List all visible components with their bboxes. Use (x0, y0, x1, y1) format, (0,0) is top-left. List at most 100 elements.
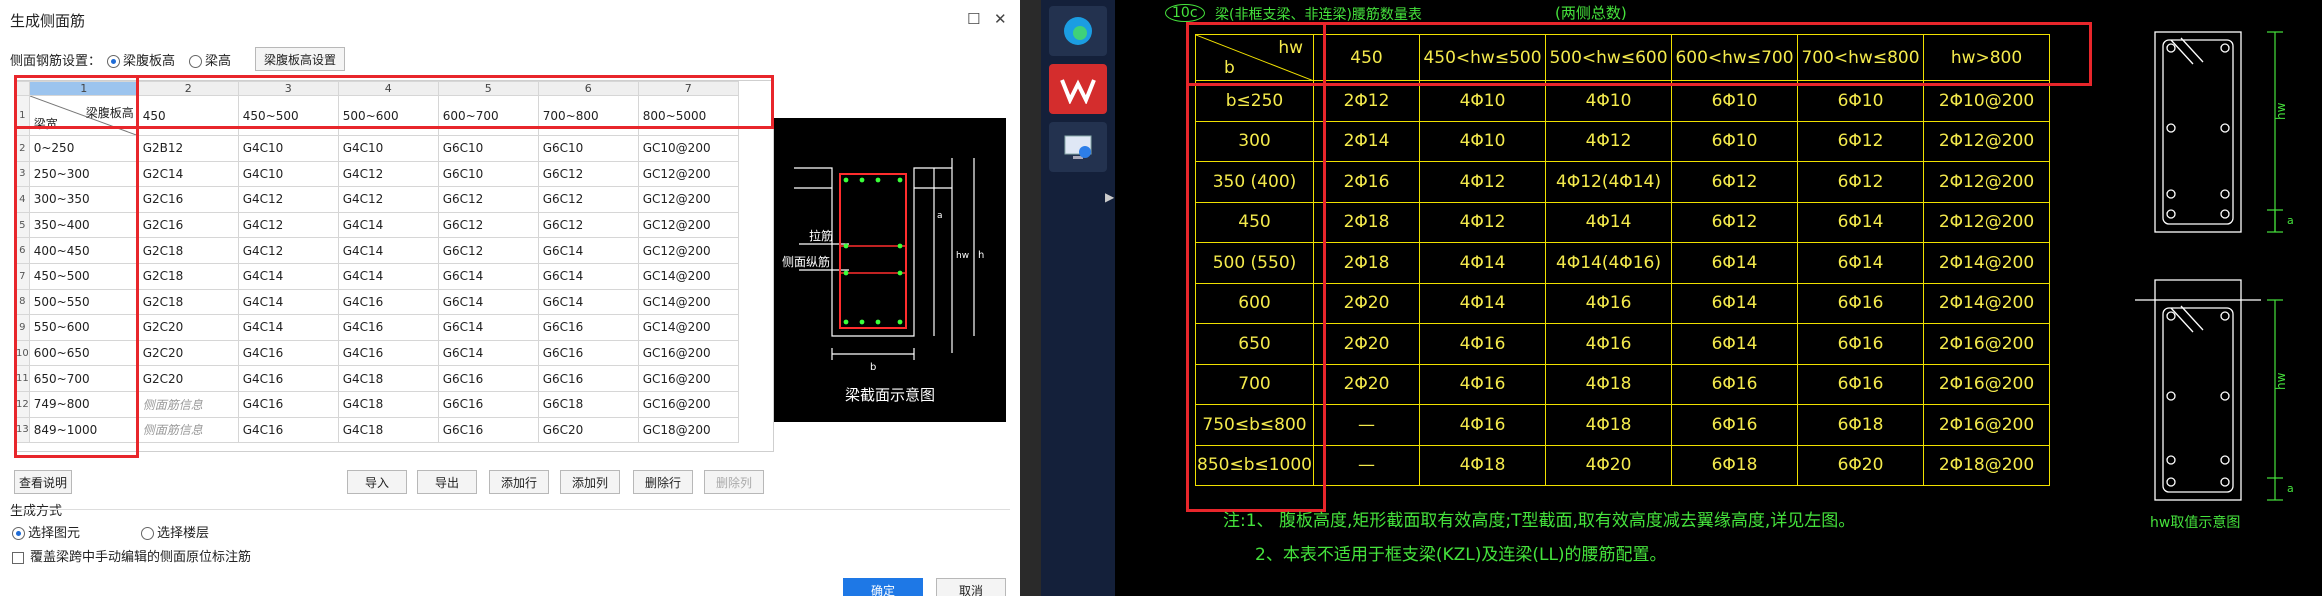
bar-spec-cell[interactable]: GC12@200 (637, 186, 739, 213)
bar-spec-cell[interactable]: G4C18 (337, 365, 439, 392)
bar-spec-cell[interactable]: G4C14 (237, 288, 339, 316)
bar-spec-cell[interactable]: G4C16 (237, 390, 339, 418)
cad-spec-cell: 6Φ10 (1671, 80, 1798, 122)
radio-beam-height[interactable]: 梁高 (189, 50, 231, 69)
cad-spec-cell: 4Φ12 (1419, 161, 1546, 203)
bar-spec-cell[interactable]: G4C10 (337, 135, 439, 162)
bar-spec-cell[interactable]: G4C16 (337, 314, 439, 341)
delete-column-button[interactable]: 删除列 (704, 470, 764, 494)
bar-spec-cell[interactable]: GC16@200 (637, 390, 739, 418)
remote-desktop-icon[interactable] (1049, 122, 1107, 172)
bar-spec-cell[interactable]: G4C14 (237, 262, 339, 290)
bar-spec-cell[interactable]: G6C14 (437, 314, 539, 341)
cancel-button[interactable]: 取消 (936, 578, 1006, 596)
bar-spec-cell[interactable]: G2C20 (137, 339, 239, 367)
export-button[interactable]: 导出 (417, 470, 477, 494)
bar-spec-cell[interactable]: GC14@200 (637, 288, 739, 316)
bar-spec-cell[interactable]: G6C10 (437, 135, 539, 162)
cad-spec-cell: 2Φ18 (1313, 201, 1420, 243)
bar-spec-cell[interactable]: GC16@200 (637, 365, 739, 392)
bar-spec-cell[interactable]: G4C14 (337, 237, 439, 264)
bar-spec-cell[interactable]: GC10@200 (637, 135, 739, 162)
web-height-setting-button[interactable]: 梁腹板高设置 (255, 47, 346, 71)
overwrite-checkbox[interactable]: 覆盖梁跨中手动编辑的侧面原位标注筋 (12, 546, 251, 565)
bar-spec-cell[interactable]: G2C18 (137, 288, 239, 316)
bar-spec-cell[interactable]: G6C20 (537, 416, 639, 444)
bar-spec-cell[interactable]: G4C16 (337, 288, 439, 316)
bar-spec-cell[interactable]: G2C20 (137, 314, 239, 341)
bar-spec-cell[interactable]: GC16@200 (637, 339, 739, 367)
bar-spec-cell[interactable]: G2C16 (137, 211, 239, 239)
bar-spec-cell[interactable]: G6C12 (437, 211, 539, 239)
maximize-icon[interactable]: ☐ (967, 10, 980, 28)
bar-spec-cell[interactable]: 侧面筋信息 (137, 416, 239, 444)
bar-spec-cell[interactable]: GC12@200 (637, 160, 739, 188)
bar-spec-cell[interactable]: G6C10 (537, 135, 639, 162)
bar-spec-cell[interactable]: G4C10 (237, 135, 339, 162)
bar-spec-cell[interactable]: 侧面筋信息 (137, 390, 239, 418)
delete-row-button[interactable]: 删除行 (633, 470, 693, 494)
bar-spec-cell[interactable]: G6C12 (437, 186, 539, 213)
bar-spec-cell[interactable]: G6C16 (437, 390, 539, 418)
cad-spec-cell: 6Φ12 (1671, 161, 1798, 203)
bar-spec-cell[interactable]: G6C16 (537, 365, 639, 392)
bar-spec-cell[interactable]: G2B12 (137, 135, 239, 162)
bar-spec-cell[interactable]: G4C12 (337, 160, 439, 188)
bar-spec-cell[interactable]: G6C14 (437, 288, 539, 316)
bar-spec-cell[interactable]: G4C14 (237, 314, 339, 341)
bar-spec-cell[interactable]: G4C14 (337, 211, 439, 239)
bar-spec-cell[interactable]: G6C10 (437, 160, 539, 188)
mode-select-element[interactable]: 选择图元 (12, 522, 80, 541)
import-button[interactable]: 导入 (347, 470, 407, 494)
bar-spec-cell[interactable]: G4C16 (337, 339, 439, 367)
bar-spec-cell[interactable]: G6C18 (537, 390, 639, 418)
bar-spec-cell[interactable]: G4C10 (237, 160, 339, 188)
add-column-button[interactable]: 添加列 (560, 470, 620, 494)
bar-spec-cell[interactable]: G2C20 (137, 365, 239, 392)
view-notes-button[interactable]: 查看说明 (14, 470, 72, 494)
bar-spec-cell[interactable]: G2C18 (137, 237, 239, 264)
bar-spec-cell[interactable]: G6C14 (437, 339, 539, 367)
bar-spec-cell[interactable]: G6C12 (537, 186, 639, 213)
bar-spec-cell[interactable]: G4C16 (237, 339, 339, 367)
bar-spec-cell[interactable]: G6C14 (537, 237, 639, 264)
cad-spec-cell: 4Φ18 (1545, 404, 1672, 446)
bar-spec-cell[interactable]: G6C16 (537, 314, 639, 341)
bar-spec-cell[interactable]: G6C14 (537, 288, 639, 316)
bar-spec-cell[interactable]: G6C14 (537, 262, 639, 290)
ok-button[interactable]: 确定 (843, 578, 923, 596)
bar-spec-cell[interactable]: G2C18 (137, 262, 239, 290)
bar-spec-cell[interactable]: G4C18 (337, 416, 439, 444)
bar-spec-cell[interactable]: G4C16 (237, 416, 339, 444)
add-row-button[interactable]: 添加行 (489, 470, 549, 494)
bar-spec-cell[interactable]: G6C12 (537, 160, 639, 188)
bar-spec-cell[interactable]: G6C12 (437, 237, 539, 264)
bar-spec-cell[interactable]: G4C12 (237, 186, 339, 213)
bar-spec-cell[interactable]: GC14@200 (637, 314, 739, 341)
edge-browser-icon[interactable] (1049, 6, 1107, 56)
checkbox-icon (12, 551, 24, 564)
bar-spec-cell[interactable]: G6C12 (537, 211, 639, 239)
bar-spec-cell[interactable]: G4C12 (237, 237, 339, 264)
bar-spec-cell[interactable]: G2C16 (137, 186, 239, 213)
bar-spec-cell[interactable]: G6C16 (437, 365, 539, 392)
bar-spec-cell[interactable]: G4C18 (337, 390, 439, 418)
bar-spec-cell[interactable]: GC12@200 (637, 211, 739, 239)
bar-spec-cell[interactable]: G4C12 (237, 211, 339, 239)
bar-spec-cell[interactable]: G4C14 (337, 262, 439, 290)
bar-spec-cell[interactable]: G6C16 (537, 339, 639, 367)
collapse-arrow-icon[interactable]: ▶ (1105, 190, 1114, 204)
bar-spec-cell[interactable]: GC14@200 (637, 262, 739, 290)
bar-spec-cell[interactable]: GC12@200 (637, 237, 739, 264)
bar-spec-cell[interactable]: G6C14 (437, 262, 539, 290)
radio-web-height[interactable]: 梁腹板高 (107, 50, 175, 69)
bar-spec-cell[interactable]: G4C16 (237, 365, 339, 392)
bar-spec-cell[interactable]: G4C12 (337, 186, 439, 213)
radio-unchecked-icon (189, 54, 203, 68)
mode-select-floor[interactable]: 选择楼层 (141, 522, 209, 541)
bar-spec-cell[interactable]: G6C16 (437, 416, 539, 444)
wps-office-icon[interactable] (1049, 64, 1107, 114)
bar-spec-cell[interactable]: G2C14 (137, 160, 239, 188)
bar-spec-cell[interactable]: GC18@200 (637, 416, 739, 444)
close-icon[interactable]: ✕ (994, 10, 1007, 28)
